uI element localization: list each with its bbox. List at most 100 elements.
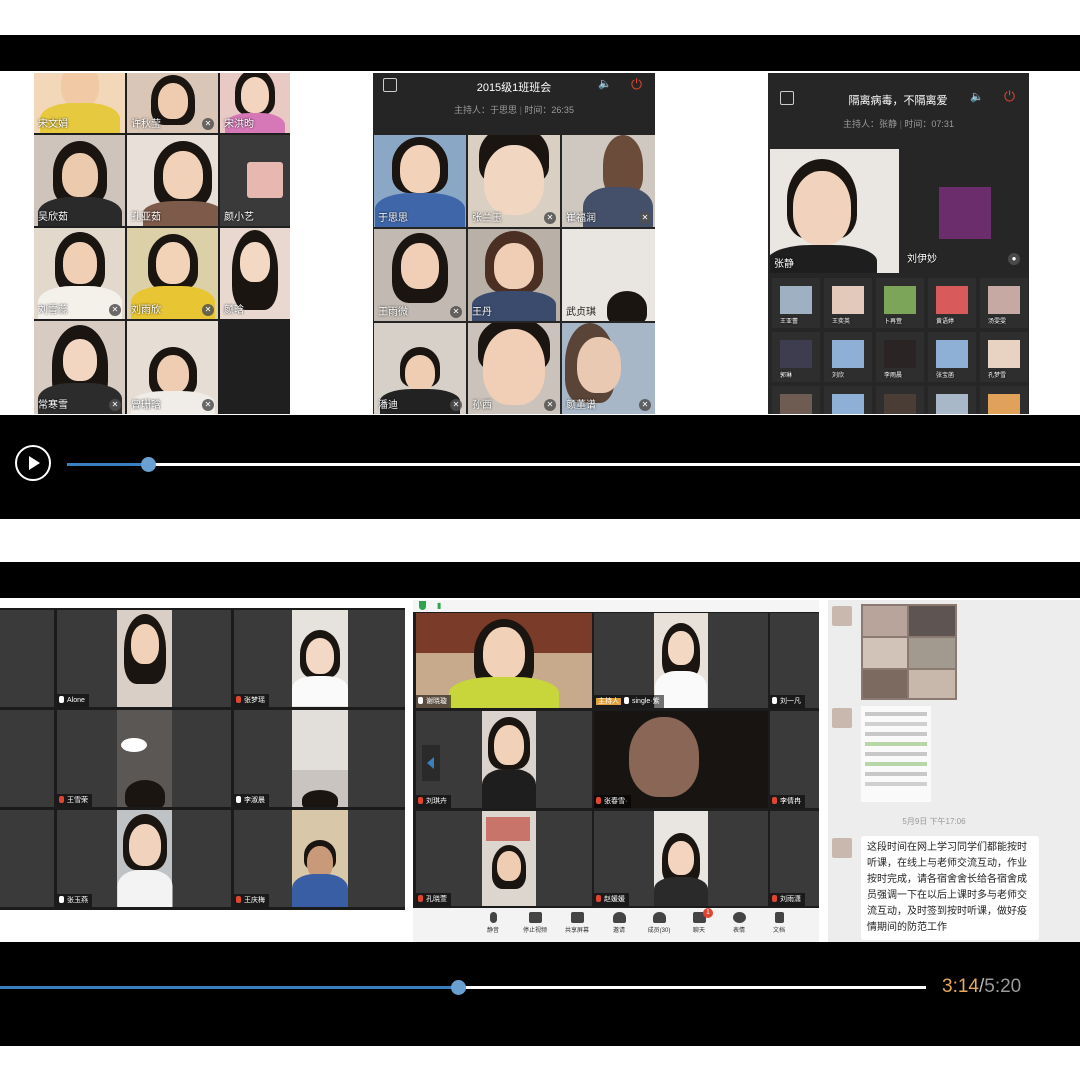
participant-label: 李淑晨 bbox=[234, 794, 269, 807]
document-icon bbox=[774, 912, 784, 923]
meeting-screenshot-3: 隔离病毒，不隔离爱 🔈 ⏻ 主持人：张静 | 时间：07:31 张静 刘伊妙 ●… bbox=[768, 73, 1029, 414]
share-screen-icon bbox=[570, 912, 584, 923]
reactions-button[interactable]: 表情 bbox=[719, 908, 759, 934]
host-label: 主持人：张静 bbox=[843, 119, 898, 129]
progress-track[interactable] bbox=[67, 457, 1080, 472]
participant-tile: 武贞琪 bbox=[562, 229, 655, 321]
invite-button[interactable]: 邀请 bbox=[599, 908, 639, 934]
avatar bbox=[936, 286, 968, 314]
participant-name: 颜晗 bbox=[224, 305, 244, 316]
add-user-icon bbox=[612, 912, 626, 923]
grid-cell: 孔梦雪 bbox=[980, 332, 1028, 382]
participant-name: 于思思 bbox=[378, 213, 408, 224]
avatar bbox=[832, 606, 852, 626]
participant-tile: 张兰玉 ✕ bbox=[468, 135, 560, 227]
avatar bbox=[988, 340, 1020, 368]
participant-label: Alone bbox=[57, 694, 89, 707]
participant-label: 谢晓璇 bbox=[416, 695, 451, 708]
host-label: 主持人：于思思 bbox=[454, 105, 518, 115]
participant-tile: 刘雨欣 ✕ bbox=[127, 228, 218, 319]
participant-name: 张梦瑶 bbox=[244, 697, 265, 704]
grid-cell: 汤雯雯 bbox=[980, 278, 1028, 328]
progress-track[interactable] bbox=[0, 980, 926, 995]
smiley-icon bbox=[732, 912, 746, 923]
participant-label: 张春雪· bbox=[594, 795, 632, 808]
mic-muted-icon: ✕ bbox=[544, 212, 556, 224]
progress-handle[interactable] bbox=[141, 457, 157, 472]
progress-fill bbox=[67, 463, 149, 466]
participant-name: 刘雨潇 bbox=[780, 896, 801, 903]
time-display: 3:14/5:20 bbox=[942, 976, 1021, 998]
participant-label: 孔晓萱 bbox=[416, 893, 451, 906]
participant-tile: 王丹 bbox=[468, 229, 560, 321]
participant-name: 孔梦雪 bbox=[988, 373, 1007, 379]
participant-label: 主持人 single·紫 bbox=[594, 695, 664, 708]
chat-message: 这段时间在网上学习同学们都能按时听课，在线上与老师交流互动，作业按时完成，请各宿… bbox=[861, 836, 1039, 940]
screenshot-icon[interactable] bbox=[780, 91, 794, 105]
speaker-icon[interactable]: 🔈 bbox=[598, 77, 612, 90]
participant-grid: 王亚蕾 王奕英 卜再萱 黄语婷 汤雯雯 郭琳 刘欣 李雨晨 张宝菡 孔梦雪 bbox=[772, 278, 1028, 414]
participant-tile: 崔福润 ✕ bbox=[562, 135, 655, 227]
avatar bbox=[988, 286, 1020, 314]
participant-tile bbox=[0, 810, 54, 907]
top-video-player: 宋文娟 许秋莹 ✕ 宋洪昀 吴欣茹 孔亚茹 颜小艺 刘雪蕊 ✕ 刘雨欣 ✕ 颜晗… bbox=[0, 35, 1080, 519]
grid-cell: 刘欣 bbox=[824, 332, 872, 382]
participant-label: 张梦瑶 bbox=[234, 694, 269, 707]
participant-tile: 颜小艺 bbox=[220, 135, 290, 226]
play-button[interactable] bbox=[15, 445, 51, 481]
power-icon[interactable]: ⏻ bbox=[1004, 88, 1015, 105]
duration-label: 时间：26:35 bbox=[524, 105, 574, 115]
participant-tile: 主持人 single·紫 bbox=[594, 613, 768, 708]
progress-handle[interactable] bbox=[451, 980, 467, 995]
progress-fill bbox=[0, 986, 459, 989]
chat-screenshot: 5月9日 下午17:06 这段时间在网上学习同学们都能按时听课，在线上与老师交流… bbox=[828, 600, 1080, 942]
participant-tile: 孙西 ✕ bbox=[468, 323, 560, 414]
avatar bbox=[832, 708, 852, 728]
speaker-icon[interactable]: 🔈 bbox=[970, 90, 984, 103]
participant-name: 曾珊晗 bbox=[131, 400, 161, 411]
participant-name: 宋洪昀 bbox=[224, 119, 254, 130]
mic-muted-icon: ✕ bbox=[639, 212, 651, 224]
duration-label: 时间：07:31 bbox=[904, 119, 954, 129]
participant-name: 宋文娟 bbox=[38, 119, 68, 130]
participant-name: 常寒雪 bbox=[38, 400, 68, 411]
participant-name: 王雨微 bbox=[378, 307, 408, 318]
meeting-screenshot-2: 2015级1班班会 🔈 ⏻ 主持人：于思思 | 时间：26:35 于思思 张兰玉… bbox=[373, 73, 655, 414]
participant-tile: 孔晓萱 bbox=[416, 811, 592, 906]
stop-video-button[interactable]: 停止视频 bbox=[515, 908, 555, 934]
power-icon[interactable]: ⏻ bbox=[631, 76, 642, 93]
participants-button[interactable]: 成员(30) bbox=[639, 908, 679, 934]
participant-tile: 李淑晨 bbox=[234, 710, 405, 807]
shared-image bbox=[861, 706, 931, 802]
mute-button[interactable]: 静音 bbox=[473, 908, 513, 934]
mic-muted-icon: ✕ bbox=[450, 306, 462, 318]
participant-name: 孔晓萱 bbox=[426, 896, 447, 903]
avatar bbox=[247, 162, 283, 198]
documents-button[interactable]: 文档 bbox=[759, 908, 799, 934]
previous-page-arrow[interactable] bbox=[422, 745, 440, 781]
play-icon bbox=[29, 456, 40, 470]
participant-tile: 王庆梅 bbox=[234, 810, 405, 907]
grid-cell: 郭琳 bbox=[772, 332, 820, 382]
participant-name: 王庆梅 bbox=[244, 897, 265, 904]
avatar bbox=[780, 286, 812, 314]
grid-cell bbox=[824, 386, 872, 414]
shield-icon bbox=[419, 601, 426, 610]
message-timestamp: 5月9日 下午17:06 bbox=[902, 817, 966, 826]
participant-tile: 王雨微 ✕ bbox=[374, 229, 466, 321]
participant-name: 李雨晨 bbox=[884, 373, 903, 379]
participant-name: 王亚蕾 bbox=[780, 319, 799, 325]
current-time: 3:14 bbox=[942, 976, 979, 997]
participant-name: 李淑晨 bbox=[244, 797, 265, 804]
participant-tile: 曾珊晗 ✕ bbox=[127, 321, 218, 414]
participant-tile: 潘迪 ✕ bbox=[374, 323, 466, 414]
signal-icon: ▮ bbox=[437, 601, 442, 610]
shared-image bbox=[861, 604, 957, 700]
grid-cell: 王亚蕾 bbox=[772, 278, 820, 328]
participant-tile: 赵媛媛 bbox=[594, 811, 768, 906]
meeting-screenshot-1: 宋文娟 许秋莹 ✕ 宋洪昀 吴欣茹 孔亚茹 颜小艺 刘雪蕊 ✕ 刘雨欣 ✕ 颜晗… bbox=[34, 73, 290, 414]
chat-badge: 1 bbox=[703, 908, 713, 918]
share-screen-button[interactable]: 共享屏幕 bbox=[557, 908, 597, 934]
chat-button[interactable]: 聊天 1 bbox=[679, 908, 719, 934]
participant-name: 刘琪卉 bbox=[426, 798, 447, 805]
